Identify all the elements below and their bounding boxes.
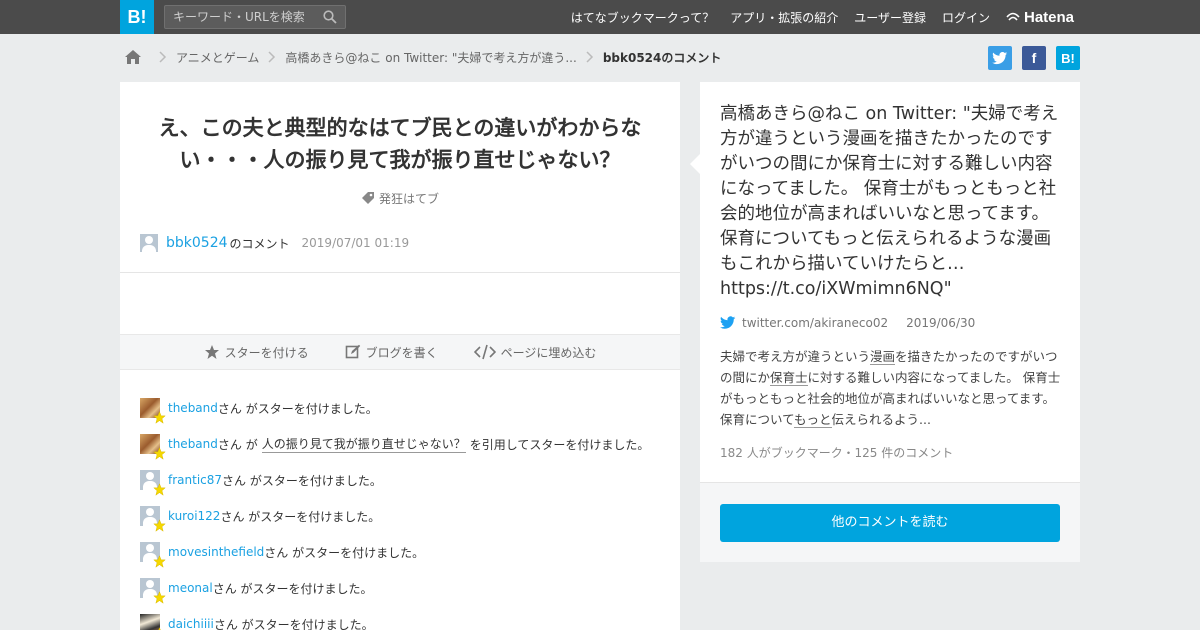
list-item: theband さん がスターを付けました。 bbox=[140, 390, 660, 426]
star-username[interactable]: meonal bbox=[168, 581, 213, 595]
chevron-right-icon bbox=[586, 51, 593, 63]
share-twitter-button[interactable] bbox=[988, 46, 1012, 70]
comment-date[interactable]: 2019/07/01 01:19 bbox=[302, 236, 410, 250]
nav-about[interactable]: はてなブックマークって？ bbox=[571, 9, 714, 26]
entry-card: 高橋あきら@ねこ on Twitter: "夫婦で考え方が違うという漫画を描きた… bbox=[700, 82, 1080, 482]
star-icon bbox=[153, 411, 166, 424]
list-item: theband さん が 人の振り見て我が振り直せじゃない？ を引用してスターを… bbox=[140, 426, 660, 462]
entry-domain[interactable]: twitter.com/akiraneco02 bbox=[742, 316, 888, 330]
facebook-icon: f bbox=[1031, 50, 1037, 66]
entry-date: 2019/06/30 bbox=[906, 316, 976, 330]
search-box[interactable] bbox=[164, 5, 346, 29]
star-username[interactable]: movesinthefield bbox=[168, 545, 264, 559]
list-item: movesinthefield さん がスターを付けました。 bbox=[140, 534, 660, 570]
hatena-brand-link[interactable]: Hatena bbox=[1006, 8, 1074, 26]
twitter-bird-icon bbox=[992, 51, 1008, 64]
hatena-bookmark-logo[interactable]: B! bbox=[120, 0, 154, 34]
entry-source: twitter.com/akiraneco02 2019/06/30 bbox=[720, 316, 975, 330]
breadcrumb: アニメとゲーム 高橋あきら@ねこ on Twitter: "夫婦で考え方が違う.… bbox=[124, 47, 721, 67]
card-pointer bbox=[690, 154, 700, 174]
code-icon bbox=[473, 344, 496, 360]
star-text: さん がスターを付けました。 bbox=[264, 545, 425, 560]
chevron-right-icon bbox=[268, 51, 276, 63]
star-text: さん がスターを付けました。 bbox=[220, 509, 381, 524]
list-item: daichiiii さん がスターを付けました。 bbox=[140, 606, 660, 630]
comment-toolbar: スターを付ける ブログを書く ページに埋め込む bbox=[120, 334, 680, 370]
avatar[interactable] bbox=[140, 578, 166, 604]
star-username[interactable]: theband bbox=[168, 437, 218, 451]
top-header: B! はてなブックマークって？ アプリ・拡張の紹介 ユーザー登録 ログイン Ha… bbox=[0, 0, 1200, 34]
avatar[interactable] bbox=[140, 614, 161, 630]
nav-login[interactable]: ログイン bbox=[942, 9, 990, 26]
star-username[interactable]: daichiiii bbox=[168, 617, 214, 630]
star-icon bbox=[153, 555, 166, 568]
star-quote[interactable]: 人の振り見て我が振り直せじゃない？ bbox=[261, 435, 466, 453]
star-text: さん がスターを付けました。 bbox=[213, 617, 374, 630]
write-blog-label: ブログを書く bbox=[365, 345, 438, 360]
entry-title[interactable]: 高橋あきら@ねこ on Twitter: "夫婦で考え方が違うという漫画を描きた… bbox=[720, 102, 1062, 302]
star-username[interactable]: theband bbox=[168, 401, 218, 415]
breadcrumb-entry[interactable]: 高橋あきら@ねこ on Twitter: "夫婦で考え方が違う... bbox=[285, 49, 576, 66]
avatar[interactable] bbox=[140, 470, 166, 496]
button-area: 他のコメントを読む bbox=[700, 482, 1080, 562]
entry-sidebar: 高橋あきら@ねこ on Twitter: "夫婦で考え方が違うという漫画を描きた… bbox=[690, 82, 1080, 562]
comment-suffix: のコメント bbox=[229, 236, 290, 251]
comment-text: え、この夫と典型的なはてブ民との違いがわからない・・・人の振り見て我が振り直せじ… bbox=[158, 116, 642, 172]
edit-icon bbox=[345, 344, 360, 359]
home-icon[interactable] bbox=[124, 49, 142, 65]
comment-tag[interactable]: 発狂はてブ bbox=[120, 190, 680, 207]
entry-description: 夫婦で考え方が違うという漫画を描きたかったのですがいつの間にか保育士に対する難し… bbox=[720, 349, 1061, 428]
hatena-bookmark-icon: B! bbox=[1061, 50, 1075, 66]
comment-card: え、この夫と典型的なはてブ民との違いがわからない・・・人の振り見て我が振り直せじ… bbox=[120, 82, 680, 630]
star-icon bbox=[153, 519, 166, 532]
star-text: さん がスターを付けました。 bbox=[212, 581, 373, 596]
star-text: さん がスターを付けました。 bbox=[222, 473, 382, 488]
top-nav: はてなブックマークって？ アプリ・拡張の紹介 ユーザー登録 ログイン bbox=[571, 0, 990, 34]
breadcrumb-current: bbk0524のコメント bbox=[602, 50, 722, 65]
chevron-right-icon bbox=[159, 51, 167, 63]
avatar[interactable] bbox=[140, 434, 166, 460]
star-icon bbox=[204, 345, 219, 359]
avatar[interactable] bbox=[140, 506, 166, 532]
add-star-label: スターを付ける bbox=[224, 345, 309, 360]
comment-author-row: bbk0524 のコメント 2019/07/01 01:19 bbox=[140, 233, 409, 253]
star-username[interactable]: frantic87 bbox=[168, 473, 222, 487]
add-star-button[interactable]: スターを付ける bbox=[204, 344, 309, 361]
share-facebook-button[interactable]: f bbox=[1022, 46, 1046, 70]
hatena-brand-text: Hatena bbox=[1024, 8, 1075, 26]
star-icon bbox=[153, 591, 166, 604]
star-text: さん がスターを付けました。 bbox=[217, 401, 378, 416]
list-item: kuroi122 さん がスターを付けました。 bbox=[140, 498, 660, 534]
share-hatena-button[interactable]: B! bbox=[1056, 46, 1080, 70]
nav-register[interactable]: ユーザー登録 bbox=[854, 9, 926, 26]
comment-username[interactable]: bbk0524 bbox=[166, 235, 228, 251]
star-text: さん が bbox=[217, 437, 258, 452]
avatar[interactable] bbox=[140, 234, 158, 252]
embed-button[interactable]: ページに埋め込む bbox=[473, 344, 597, 361]
star-icon bbox=[153, 483, 166, 496]
read-more-comments-button[interactable]: 他のコメントを読む bbox=[720, 504, 1060, 542]
avatar[interactable] bbox=[140, 398, 166, 424]
star-text: を引用してスターを付けました。 bbox=[469, 437, 650, 452]
divider bbox=[120, 272, 680, 273]
nav-apps[interactable]: アプリ・拡張の紹介 bbox=[730, 9, 838, 26]
breadcrumb-category[interactable]: アニメとゲーム bbox=[176, 49, 259, 66]
embed-label: ページに埋め込む bbox=[500, 345, 597, 360]
twitter-bird-icon bbox=[720, 316, 736, 329]
hatena-mark-icon bbox=[1006, 12, 1020, 21]
search-icon[interactable] bbox=[323, 10, 337, 24]
tag-label: 発狂はてブ bbox=[378, 192, 439, 206]
star-icon bbox=[153, 447, 166, 460]
tag-icon bbox=[361, 192, 374, 204]
star-username[interactable]: kuroi122 bbox=[168, 509, 220, 523]
list-item: meonal さん がスターを付けました。 bbox=[140, 570, 660, 606]
avatar[interactable] bbox=[140, 542, 166, 568]
star-list: theband さん がスターを付けました。 theband さん が 人の振り… bbox=[140, 390, 660, 630]
list-item: frantic87 さん がスターを付けました。 bbox=[140, 462, 660, 498]
search-input[interactable] bbox=[165, 6, 315, 28]
bookmark-count[interactable]: 182 人がブックマーク・125 件のコメント bbox=[720, 444, 953, 461]
write-blog-button[interactable]: ブログを書く bbox=[345, 344, 438, 361]
